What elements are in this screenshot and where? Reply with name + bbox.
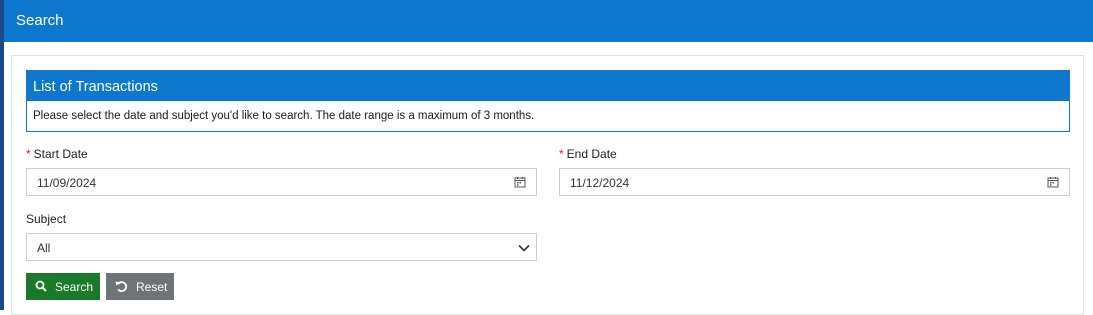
reset-button-label: Reset: [136, 280, 168, 294]
window-left-edge: [0, 0, 4, 310]
chevron-down-icon: [518, 242, 530, 254]
subject-select[interactable]: All: [26, 233, 537, 261]
page-header: Search: [4, 0, 1093, 42]
start-date-value: 11/09/2024: [37, 176, 97, 190]
end-date-value: 11/12/2024: [570, 176, 630, 190]
end-date-label: * End Date: [559, 147, 617, 161]
panel-title-bar: List of Transactions: [27, 71, 1069, 101]
start-date-label: * Start Date: [26, 147, 88, 161]
end-date-field[interactable]: 11/12/2024: [559, 168, 1070, 196]
reset-button[interactable]: Reset: [106, 273, 174, 300]
required-marker: *: [26, 147, 31, 161]
subject-label: Subject: [26, 212, 67, 226]
undo-icon: [115, 280, 128, 296]
required-marker: *: [559, 147, 564, 161]
search-icon: [35, 280, 47, 295]
end-date-label-text: End Date: [566, 147, 617, 161]
subject-value: All: [37, 241, 51, 255]
transactions-panel: List of Transactions Please select the d…: [26, 70, 1070, 132]
panel-message: Please select the date and subject you'd…: [33, 110, 535, 122]
search-button-label: Search: [55, 280, 94, 294]
start-date-field[interactable]: 11/09/2024: [26, 168, 537, 196]
panel-title: List of Transactions: [33, 79, 158, 95]
search-button[interactable]: Search: [26, 273, 100, 300]
calendar-icon[interactable]: [514, 176, 526, 188]
start-date-label-text: Start Date: [33, 147, 88, 161]
calendar-icon[interactable]: [1047, 176, 1059, 188]
page-title: Search: [16, 12, 64, 29]
